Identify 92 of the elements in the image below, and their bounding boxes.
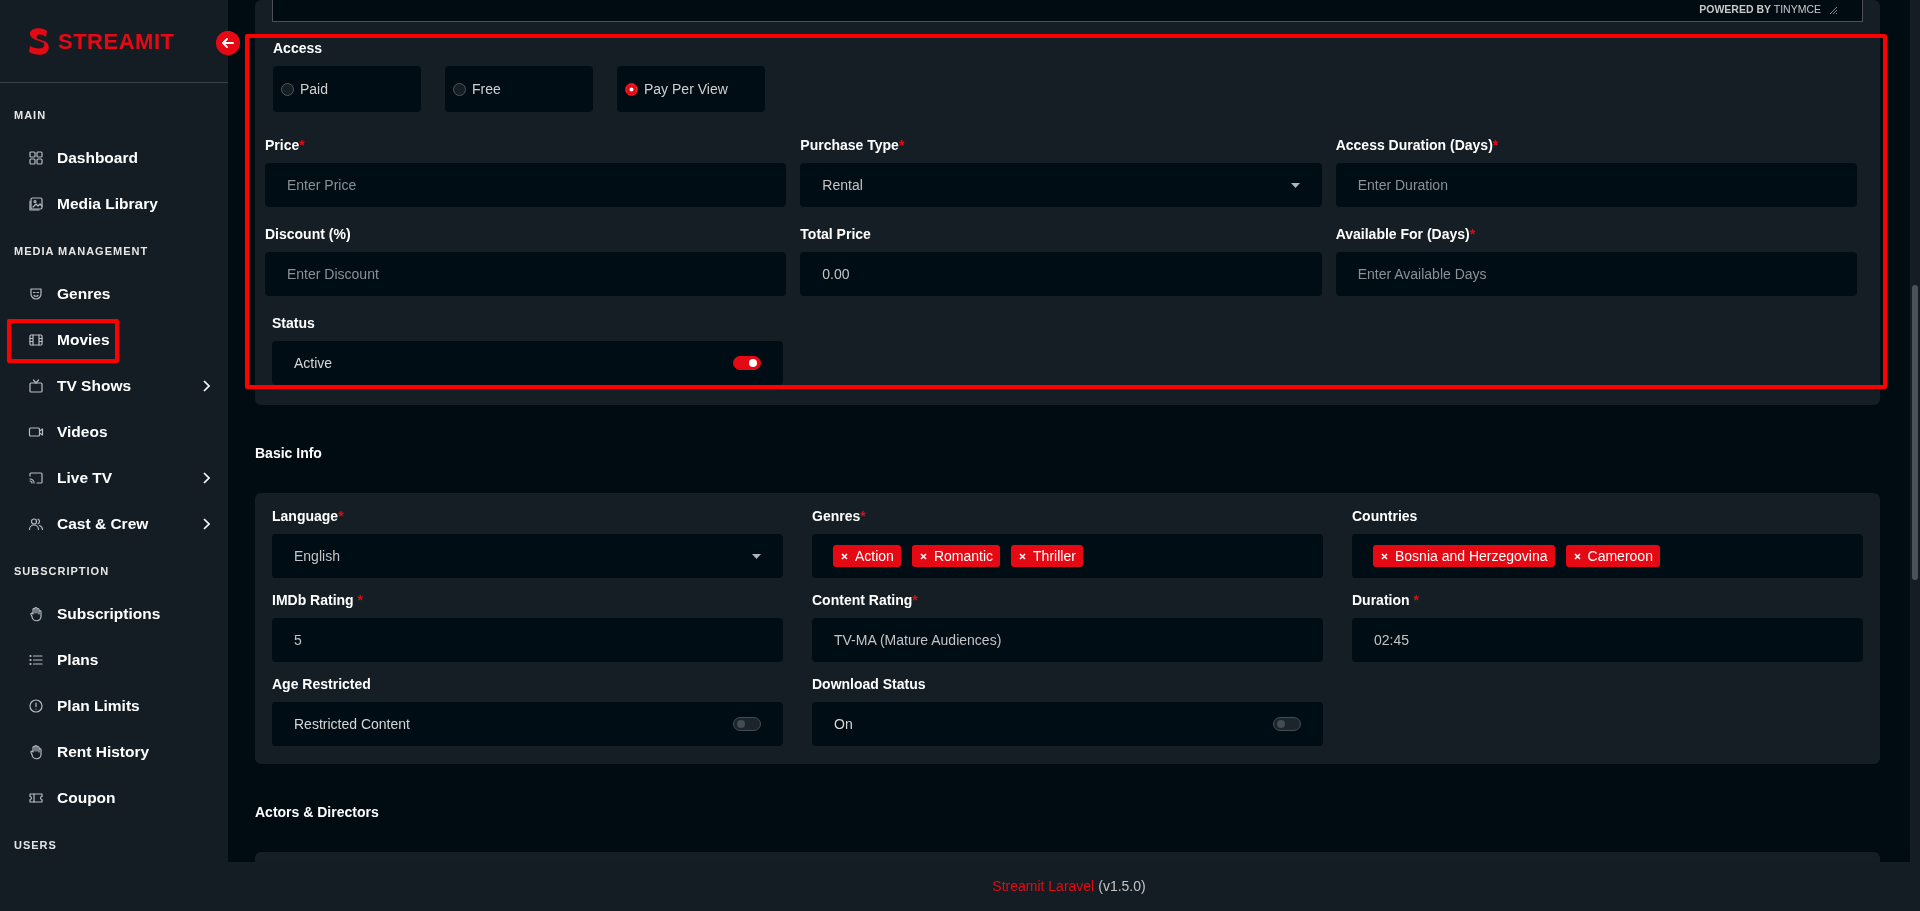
- close-icon[interactable]: [1573, 552, 1581, 560]
- toggle-text: On: [834, 714, 853, 734]
- hand-icon: [28, 606, 44, 622]
- field-label: Total Price: [800, 225, 872, 243]
- toggle-switch[interactable]: [733, 717, 761, 731]
- sidebar-item[interactable]: Rent History: [0, 729, 228, 775]
- select-field[interactable]: English: [272, 534, 783, 578]
- sidebar-item[interactable]: Videos: [0, 409, 228, 455]
- list-icon: [28, 652, 44, 668]
- sidebar-item[interactable]: Media Library: [0, 181, 228, 227]
- section-heading: Basic Info: [255, 443, 323, 463]
- input-field[interactable]: 5: [272, 618, 783, 662]
- field-label: IMDb Rating *: [272, 591, 364, 609]
- tag[interactable]: Action: [833, 545, 901, 567]
- close-icon[interactable]: [841, 552, 848, 560]
- users-icon: [28, 516, 44, 532]
- sidebar-item[interactable]: Genres: [0, 271, 228, 317]
- ticket-icon: [28, 790, 44, 806]
- powered-by-text: POWERED BY TINYMCE: [1699, 3, 1821, 15]
- field-label: Access: [273, 39, 324, 57]
- toggle-text: Active: [294, 353, 333, 373]
- sidebar-item[interactable]: Live TV: [0, 455, 228, 501]
- field-label: Download Status: [812, 675, 927, 693]
- cast-icon: [28, 470, 44, 486]
- film-icon: [28, 332, 44, 348]
- chevron-right-icon: [202, 472, 210, 484]
- input-field[interactable]: Enter Price: [265, 163, 787, 207]
- sidebar-section-title: MAIN: [13, 107, 48, 123]
- radio-option[interactable]: Paid: [273, 66, 421, 112]
- sidebar-section-title: USERS: [13, 837, 58, 853]
- collapse-sidebar-button[interactable]: [216, 31, 240, 55]
- close-icon[interactable]: [1019, 552, 1027, 560]
- field-label: Age Restricted: [272, 675, 372, 693]
- field-label: Content Rating*: [812, 591, 919, 609]
- alert-circle-icon: [28, 698, 44, 714]
- select-field[interactable]: Rental: [800, 163, 1322, 207]
- input-field[interactable]: TV-MA (Mature Audiences): [812, 618, 1323, 662]
- input-field[interactable]: Enter Duration: [1335, 163, 1857, 207]
- brand-name: STREAMIT: [58, 27, 175, 56]
- tag[interactable]: Thriller: [1011, 545, 1083, 567]
- sidebar-section-title: MEDIA MANAGEMENT: [13, 243, 150, 259]
- toggle-switch[interactable]: [733, 356, 762, 370]
- tag-select-field[interactable]: Action Romantic Thriller: [812, 534, 1323, 578]
- field-label: Genres*: [812, 507, 867, 525]
- input-field[interactable]: Enter Available Days: [1335, 252, 1857, 296]
- version-text: (v1.5.0): [1098, 877, 1146, 896]
- tag[interactable]: Cameroon: [1565, 545, 1660, 567]
- field-label: Price*: [265, 136, 306, 154]
- field-label: Discount (%): [265, 225, 352, 243]
- toggle-switch[interactable]: [1273, 717, 1301, 731]
- sidebar-item[interactable]: Subscriptions: [0, 591, 228, 637]
- tag-select-field[interactable]: Bosnia and Herzegovina Cameroon: [1352, 534, 1863, 578]
- close-icon[interactable]: [919, 552, 927, 560]
- caret-down-icon: [752, 553, 761, 559]
- mask-icon: [28, 286, 44, 302]
- sidebar-item[interactable]: TV Shows: [0, 363, 228, 409]
- logo-icon: [28, 27, 50, 55]
- field-label: Countries: [1352, 507, 1419, 525]
- footer-link[interactable]: Streamit Laravel: [992, 876, 1095, 897]
- sidebar-item[interactable]: Plan Limits: [0, 683, 228, 729]
- sidebar-item[interactable]: Cast & Crew: [0, 501, 228, 547]
- chevron-right-icon: [202, 380, 210, 392]
- hand-icon: [28, 744, 44, 760]
- tag[interactable]: Romantic: [911, 545, 1001, 567]
- field-label: Duration *: [1352, 591, 1420, 609]
- input-field[interactable]: Enter Discount: [265, 252, 787, 296]
- caret-down-icon: [1290, 182, 1300, 188]
- field-label: Available For (Days)*: [1335, 225, 1477, 243]
- toggle-text: Restricted Content: [294, 714, 410, 734]
- video-camera-icon: [28, 424, 44, 440]
- sidebar-item[interactable]: Coupon: [0, 775, 228, 821]
- tag[interactable]: Bosnia and Herzegovina: [1373, 545, 1555, 567]
- chevron-right-icon: [202, 518, 210, 530]
- sidebar-item[interactable]: Dashboard: [0, 135, 228, 181]
- section-heading: Actors & Directors: [255, 802, 380, 822]
- input-field[interactable]: 02:45: [1352, 618, 1863, 662]
- radio-option[interactable]: Pay Per View: [617, 66, 765, 112]
- grid-icon: [28, 150, 44, 166]
- field-label: Access Duration (Days)*: [1335, 136, 1500, 154]
- field-label: Purchase Type*: [800, 136, 906, 154]
- field-label: Status: [272, 314, 316, 332]
- resize-handle-icon[interactable]: [1829, 5, 1838, 15]
- scrollbar-thumb[interactable]: [1912, 285, 1918, 580]
- image-icon: [28, 196, 44, 212]
- input-field[interactable]: 0.00: [800, 252, 1322, 296]
- radio-option[interactable]: Free: [445, 66, 593, 112]
- field-label: Language*: [272, 507, 345, 525]
- sidebar-item[interactable]: Plans: [0, 637, 228, 683]
- tv-icon: [28, 378, 44, 394]
- sidebar-item[interactable]: Movies: [0, 317, 228, 363]
- sidebar-section-title: SUBSCRIPTION: [13, 563, 111, 579]
- close-icon[interactable]: [1381, 552, 1388, 560]
